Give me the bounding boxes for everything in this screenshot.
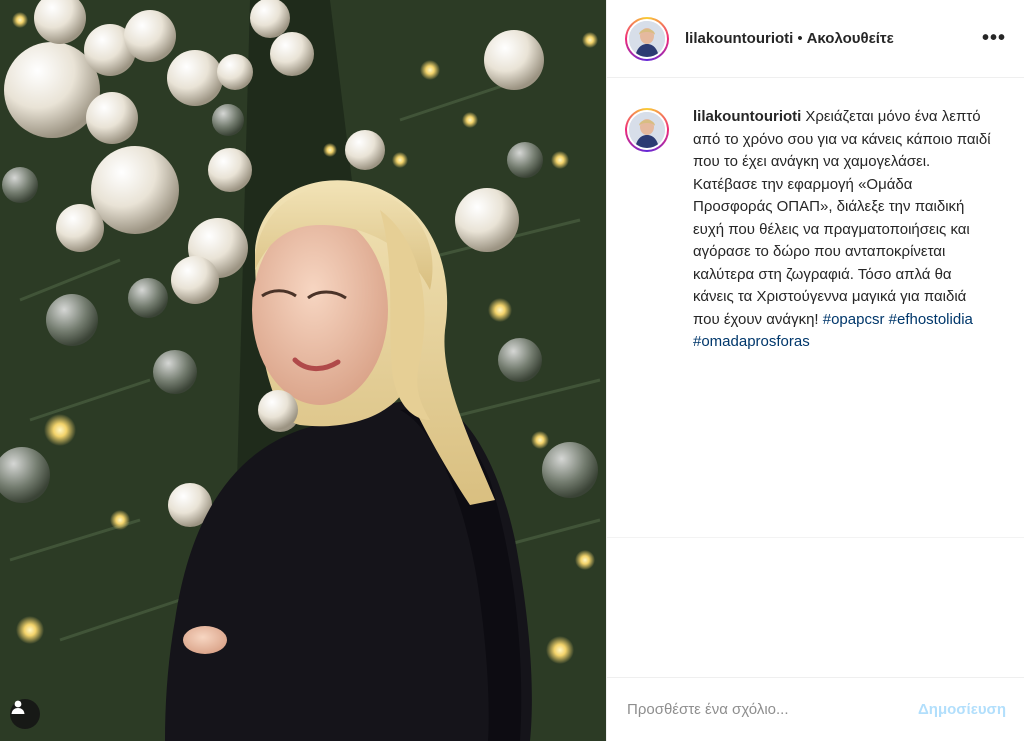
post-photo[interactable] <box>0 0 606 741</box>
photo-illustration <box>0 0 606 741</box>
divider <box>607 537 1024 538</box>
post-caption: lilakountourioti Χρειάζεται μόνο ένα λεπτ… <box>693 106 993 354</box>
profile-picture <box>629 20 665 57</box>
hashtag-link[interactable]: #opapcsr <box>823 311 885 328</box>
post-comment-button[interactable]: Δημοσίευση <box>918 701 1006 718</box>
avatar-image <box>627 18 667 59</box>
profile-picture <box>629 112 665 148</box>
caption-username[interactable]: lilakountourioti <box>693 108 801 125</box>
hashtag-link[interactable]: #efhostolidia <box>889 311 973 328</box>
tagged-users-button[interactable] <box>10 699 40 729</box>
post-username[interactable]: lilakountourioti <box>685 30 793 47</box>
comment-input[interactable] <box>625 700 918 719</box>
avatar[interactable] <box>625 16 669 61</box>
instagram-post-view: lilakountourioti • Ακολουθείτε ••• lilakou… <box>0 0 1024 741</box>
more-options-icon[interactable]: ••• <box>982 27 1006 50</box>
comment-bar: Δημοσίευση <box>607 677 1024 741</box>
hashtag-link[interactable]: #omadaprosforas <box>693 333 810 350</box>
caption-avatar[interactable] <box>625 108 669 152</box>
separator: • <box>797 30 803 47</box>
person-icon <box>11 700 25 714</box>
post-side-panel: lilakountourioti • Ακολουθείτε ••• lilakou… <box>606 0 1024 741</box>
following-button[interactable]: Ακολουθείτε <box>807 30 894 47</box>
avatar-image <box>627 110 667 150</box>
caption-text: Χρειάζεται μόνο ένα λεπτό από το χρόνο σ… <box>693 108 991 328</box>
post-header: lilakountourioti • Ακολουθείτε ••• <box>607 0 1024 78</box>
header-text: lilakountourioti • Ακολουθείτε <box>685 30 982 47</box>
caption-area: lilakountourioti Χρειάζεται μόνο ένα λεπτ… <box>607 78 1024 677</box>
